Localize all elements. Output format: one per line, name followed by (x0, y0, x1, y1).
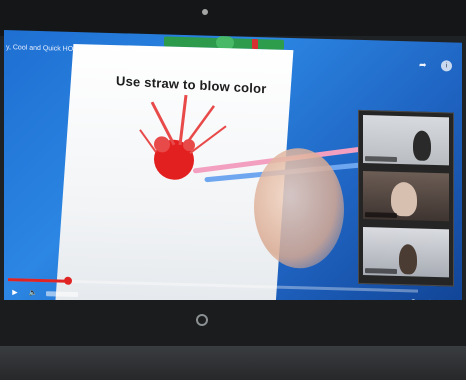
player-controls: ▶ 🔈 (10, 288, 78, 298)
video-progress-fill (8, 278, 68, 283)
participant-name-bar (365, 212, 397, 218)
webcam (202, 9, 208, 15)
participant-panel (358, 109, 454, 287)
time-display (46, 290, 78, 297)
paint-drip (182, 105, 216, 148)
participant-tile[interactable] (363, 171, 449, 222)
paint-drip (139, 129, 157, 153)
laptop-logo (196, 314, 208, 326)
participant-tile[interactable] (363, 115, 449, 166)
recording-badge (252, 38, 258, 50)
keyboard-area (0, 346, 466, 380)
participant-avatar (391, 181, 417, 217)
participant-tile[interactable] (363, 227, 449, 278)
participant-avatar (413, 130, 431, 161)
volume-icon[interactable]: 🔈 (28, 289, 38, 297)
participant-name-bar (365, 156, 397, 162)
participant-avatar (399, 244, 417, 275)
laptop-top-bezel (0, 0, 466, 36)
video-progress-knob[interactable] (64, 276, 72, 285)
paint-drip (178, 94, 188, 146)
photo-scene: y, Cool and Quick HOLI Craft | HOLI fun … (0, 0, 466, 380)
hand (254, 146, 344, 270)
share-icon[interactable]: ➦ (419, 60, 431, 70)
play-icon[interactable]: ▶ (10, 288, 20, 296)
top-icons: ➦ i (419, 60, 452, 72)
laptop-screen: y, Cool and Quick HOLI Craft | HOLI fun … (4, 30, 462, 343)
participant-name-bar (365, 268, 397, 274)
info-icon[interactable]: i (441, 60, 452, 72)
paint-splatter (139, 94, 227, 180)
